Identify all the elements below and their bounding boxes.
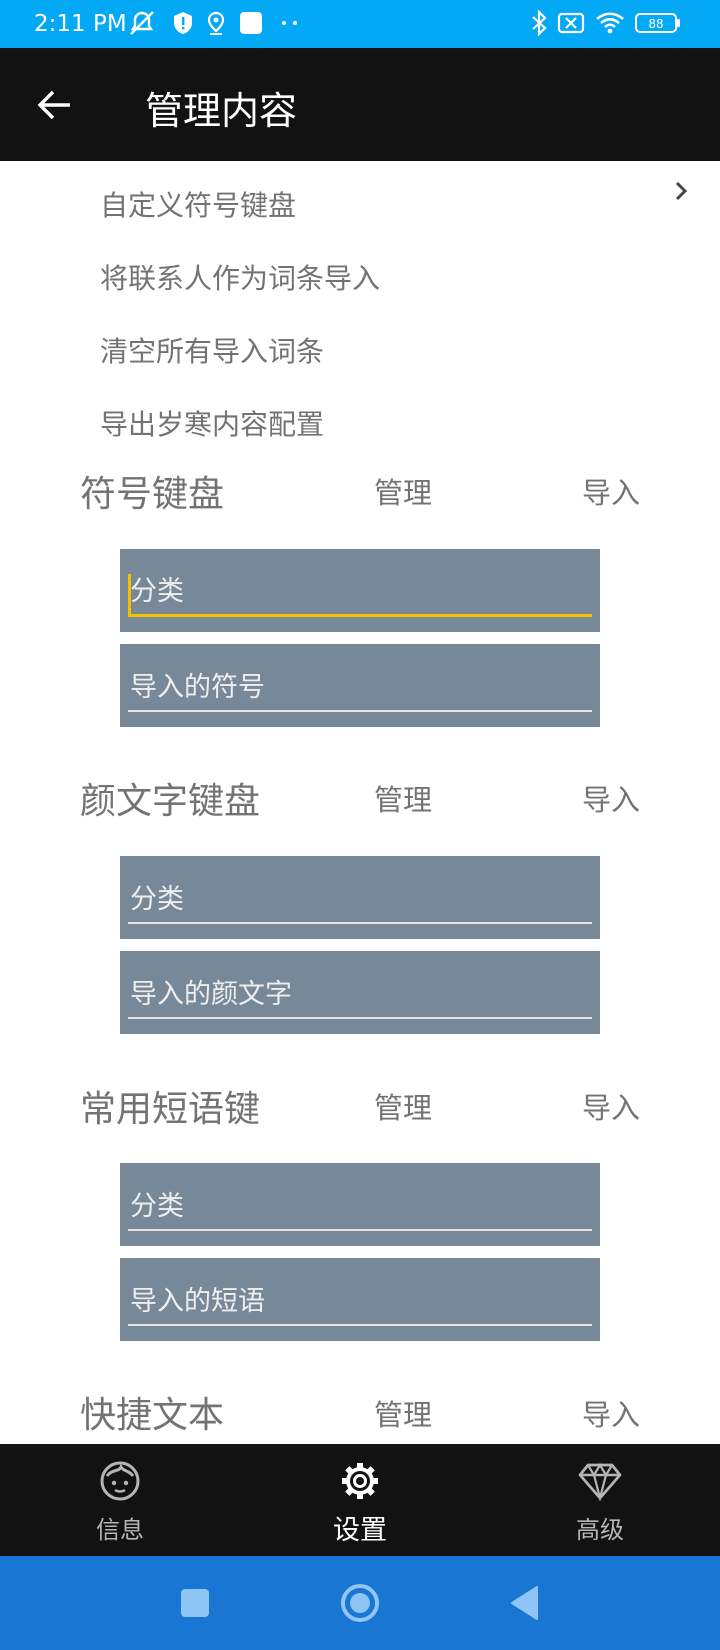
back-button[interactable]: [28, 78, 82, 132]
imported-kaomoji-input[interactable]: [128, 971, 592, 1019]
quick-text-import-button[interactable]: 导入: [582, 1392, 640, 1434]
menu-item-clear-imports[interactable]: 清空所有导入词条: [100, 330, 324, 370]
imported-phrases-input[interactable]: [128, 1278, 592, 1326]
phrase-category-field: [120, 1163, 600, 1246]
imported-symbols-input[interactable]: [128, 664, 592, 712]
arrow-left-icon: [37, 90, 70, 120]
kaomoji-category-field: [120, 856, 600, 939]
no-sim-icon: [556, 9, 586, 37]
kaomoji-import-button[interactable]: 导入: [582, 777, 640, 819]
text-cursor: [128, 574, 131, 614]
symbol-content-field: [120, 644, 600, 727]
symbol-manage-button[interactable]: 管理: [374, 470, 432, 512]
home-circle-icon[interactable]: [335, 1578, 385, 1628]
phrase-category-input[interactable]: [128, 1183, 592, 1231]
mute-notifications-icon: [127, 9, 157, 37]
gear-icon: [337, 1458, 383, 1504]
phrase-manage-button[interactable]: 管理: [374, 1085, 432, 1127]
status-time: 2:11 PM: [34, 11, 127, 37]
nav-label-advanced: 高级: [576, 1516, 624, 1544]
symbol-category-field: [120, 549, 600, 632]
symbol-category-input[interactable]: [128, 569, 592, 617]
diamond-icon: [577, 1458, 623, 1504]
nav-item-info[interactable]: 信息: [40, 1444, 200, 1556]
back-triangle-icon[interactable]: [500, 1578, 550, 1628]
bluetooth-icon: [528, 9, 550, 37]
nav-label-settings: 设置: [333, 1515, 387, 1546]
recents-square-icon[interactable]: [170, 1578, 220, 1628]
phrase-import-button[interactable]: 导入: [582, 1085, 640, 1127]
status-bar: 2:11 PM 88: [0, 0, 720, 48]
chevron-right-icon[interactable]: [666, 176, 696, 206]
shield-icon: [172, 9, 194, 37]
menu-item-export-config[interactable]: 导出岁寒内容配置: [100, 403, 324, 443]
bottom-nav: 信息 设置 高级: [0, 1444, 720, 1556]
phrase-content-field: [120, 1258, 600, 1341]
menu-item-import-contacts[interactable]: 将联系人作为词条导入: [100, 257, 380, 297]
square-icon: [238, 9, 264, 37]
section-title-symbol-keyboard: 符号键盘: [80, 474, 225, 515]
quick-text-manage-button[interactable]: 管理: [374, 1392, 432, 1434]
symbol-import-button[interactable]: 导入: [582, 470, 640, 512]
more-dots-icon: [280, 9, 300, 37]
nav-item-advanced[interactable]: 高级: [520, 1444, 680, 1556]
battery-icon: 88: [634, 9, 682, 37]
menu-item-custom-symbol-keyboard[interactable]: 自定义符号键盘: [100, 184, 296, 224]
page-title: 管理内容: [145, 89, 298, 133]
wifi-icon: [594, 9, 626, 37]
battery-level: 88: [648, 17, 663, 31]
nav-item-settings[interactable]: 设置: [280, 1444, 440, 1556]
face-icon: [97, 1458, 143, 1504]
section-title-phrase-keyboard: 常用短语键: [80, 1089, 261, 1130]
app-bar: 管理内容: [0, 48, 720, 161]
kaomoji-content-field: [120, 951, 600, 1034]
system-nav-bar: [0, 1556, 720, 1650]
location-icon: [205, 9, 227, 37]
kaomoji-manage-button[interactable]: 管理: [374, 777, 432, 819]
section-title-quick-text: 快捷文本: [80, 1395, 225, 1436]
kaomoji-category-input[interactable]: [128, 876, 592, 924]
nav-label-info: 信息: [96, 1516, 144, 1544]
section-title-kaomoji-keyboard: 颜文字键盘: [80, 781, 261, 822]
